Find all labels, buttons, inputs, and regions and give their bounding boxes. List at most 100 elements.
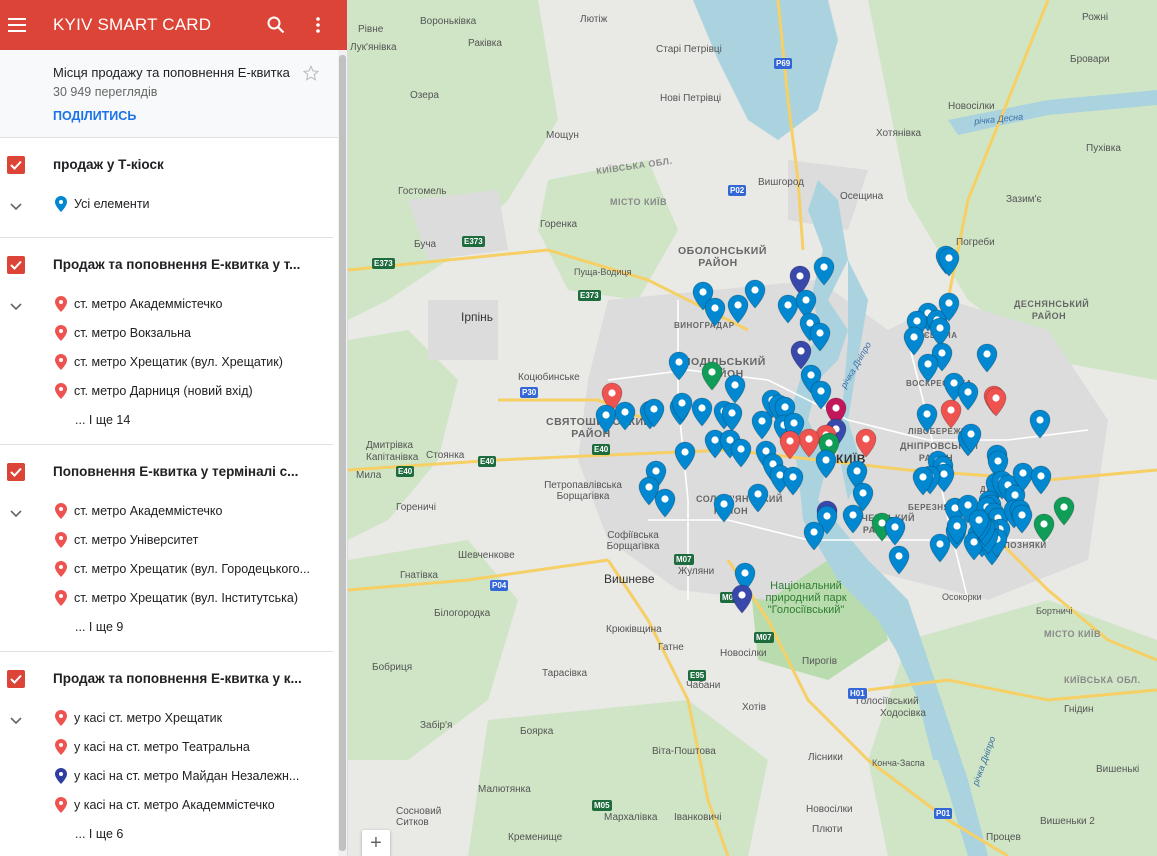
list-item[interactable]: ст. метро Академмістечко [0, 290, 333, 319]
place-label: Лютіж [580, 14, 608, 25]
scrollbar-thumb[interactable] [339, 55, 346, 851]
place-label: Ходосівка [880, 708, 926, 719]
map-marker-icon[interactable] [888, 545, 910, 575]
map-marker-icon[interactable] [968, 509, 990, 539]
list-item[interactable]: у касі на ст. метро Майдан Незалежн... [0, 762, 333, 791]
road-shield: P01 [934, 808, 953, 819]
map-marker-icon[interactable] [730, 438, 752, 468]
more-vert-icon[interactable] [297, 0, 339, 50]
layer-checkbox[interactable] [7, 463, 25, 481]
place-label: Лук'янівка [350, 42, 397, 53]
road-shield: P69 [774, 58, 793, 69]
map-marker-icon[interactable] [884, 516, 906, 546]
map-marker-icon[interactable] [727, 294, 749, 324]
show-more-link[interactable]: ... І ще 14 [0, 405, 333, 434]
map-marker-icon[interactable] [1029, 409, 1051, 439]
list-item-label: у касі на ст. метро Майдан Незалежн... [74, 768, 300, 783]
sidebar-scrollbar[interactable] [338, 50, 347, 856]
place-label: Буча [414, 239, 437, 250]
map-marker-icon[interactable] [803, 521, 825, 551]
place-label: Іванковичі [674, 812, 722, 823]
more-prefix: ... [75, 619, 89, 634]
place-label: Боярка [520, 726, 554, 737]
place-label: Віта-Поштова [652, 746, 716, 757]
map-marker-icon[interactable] [815, 449, 837, 479]
list-item[interactable]: у касі ст. метро Хрещатик [0, 704, 333, 733]
place-label: Новосілки [806, 804, 853, 815]
map-marker-icon[interactable] [782, 466, 804, 496]
map-marker-icon[interactable] [1011, 504, 1033, 534]
share-button[interactable]: ПОДІЛИТИСЬ [53, 109, 347, 123]
menu-icon[interactable] [0, 0, 34, 50]
map-marker-icon[interactable] [938, 247, 960, 277]
list-item[interactable]: ст. метро Університет [0, 526, 333, 555]
map-marker-icon[interactable] [671, 392, 693, 422]
place-label: Погреби [956, 237, 995, 248]
list-item[interactable]: ст. метро Академмістечко [0, 497, 333, 526]
map-marker-icon[interactable] [842, 504, 864, 534]
list-item[interactable]: ст. метро Хрещатик (вул. Городецького... [0, 555, 333, 584]
layer-checkbox[interactable] [7, 156, 25, 174]
map-marker-icon[interactable] [1033, 513, 1055, 543]
map-marker-icon[interactable] [721, 402, 743, 432]
map-marker-icon[interactable] [731, 584, 753, 614]
map-marker-icon[interactable] [912, 466, 934, 496]
map-marker-icon[interactable] [614, 401, 636, 431]
map-marker-icon[interactable] [946, 515, 968, 545]
layer-title: Продаж та поповнення Е-квитка у к... [53, 670, 302, 686]
show-more-link[interactable]: ... І ще 9 [0, 612, 333, 641]
road-shield: P02 [728, 185, 747, 196]
map-marker-icon[interactable] [668, 351, 690, 381]
map-marker-icon[interactable] [713, 493, 735, 523]
chevron-down-icon[interactable] [10, 298, 22, 316]
list-item-label: ст. метро Академмістечко [74, 504, 223, 519]
map-pin-icon [55, 767, 67, 784]
show-more-link[interactable]: ... І ще 6 [0, 819, 333, 848]
map-marker-icon[interactable] [855, 428, 877, 458]
map-marker-icon[interactable] [643, 398, 665, 428]
map-marker-icon[interactable] [813, 256, 835, 286]
map-marker-icon[interactable] [809, 322, 831, 352]
list-item-label: у касі ст. метро Хрещатик [74, 711, 223, 726]
map-marker-icon[interactable] [751, 410, 773, 440]
list-item[interactable]: ст. метро Хрещатик (вул. Хрещатик) [0, 348, 333, 377]
map-marker-icon[interactable] [691, 397, 713, 427]
place-label: Сосновий Ситков [396, 806, 442, 828]
map-marker-icon[interactable] [960, 423, 982, 453]
layer-checkbox[interactable] [7, 256, 25, 274]
map-marker-icon[interactable] [747, 483, 769, 513]
map-pin-icon [55, 739, 67, 756]
list-item[interactable]: у касі на ст. метро Театральна [0, 733, 333, 762]
map-marker-icon[interactable] [654, 488, 676, 518]
place-label: Хотянівка [876, 128, 922, 139]
layer-checkbox[interactable] [7, 670, 25, 688]
map-marker-icon[interactable] [985, 387, 1007, 417]
search-icon[interactable] [255, 0, 297, 50]
list-item[interactable]: у касі на ст. метро Академмістечко [0, 790, 333, 819]
map-marker-icon[interactable] [976, 343, 998, 373]
place-label: Мила [356, 470, 382, 481]
zoom-in-button[interactable]: + [362, 830, 390, 856]
map-canvas[interactable]: Вороньківка Лютіж Рівне Лук'янівка Раків… [348, 0, 1157, 856]
map-marker-icon[interactable] [701, 361, 723, 391]
map-marker-icon[interactable] [940, 399, 962, 429]
list-item[interactable]: ст. метро Вокзальна [0, 319, 333, 348]
road-shield: M07 [754, 632, 774, 643]
map-marker-icon[interactable] [917, 353, 939, 383]
chevron-down-icon[interactable] [10, 505, 22, 523]
map-pin-icon [55, 710, 67, 727]
layer-section: Продаж та поповнення Е-квитка у т... ст.… [0, 238, 333, 445]
map-marker-icon[interactable] [1030, 465, 1052, 495]
list-item[interactable]: Усі елементи [0, 190, 333, 219]
map-marker-icon[interactable] [704, 297, 726, 327]
star-icon[interactable] [302, 64, 320, 86]
list-item[interactable]: ст. метро Хрещатик (вул. Інститутська) [0, 583, 333, 612]
map-marker-icon[interactable] [903, 326, 925, 356]
map-marker-icon[interactable] [916, 403, 938, 433]
chevron-down-icon[interactable] [10, 198, 22, 216]
list-item[interactable]: ст. метро Дарниця (новий вхід) [0, 376, 333, 405]
place-label: Мощун [546, 130, 579, 141]
map-marker-icon[interactable] [674, 441, 696, 471]
map-marker-icon[interactable] [1053, 496, 1075, 526]
chevron-down-icon[interactable] [10, 712, 22, 730]
